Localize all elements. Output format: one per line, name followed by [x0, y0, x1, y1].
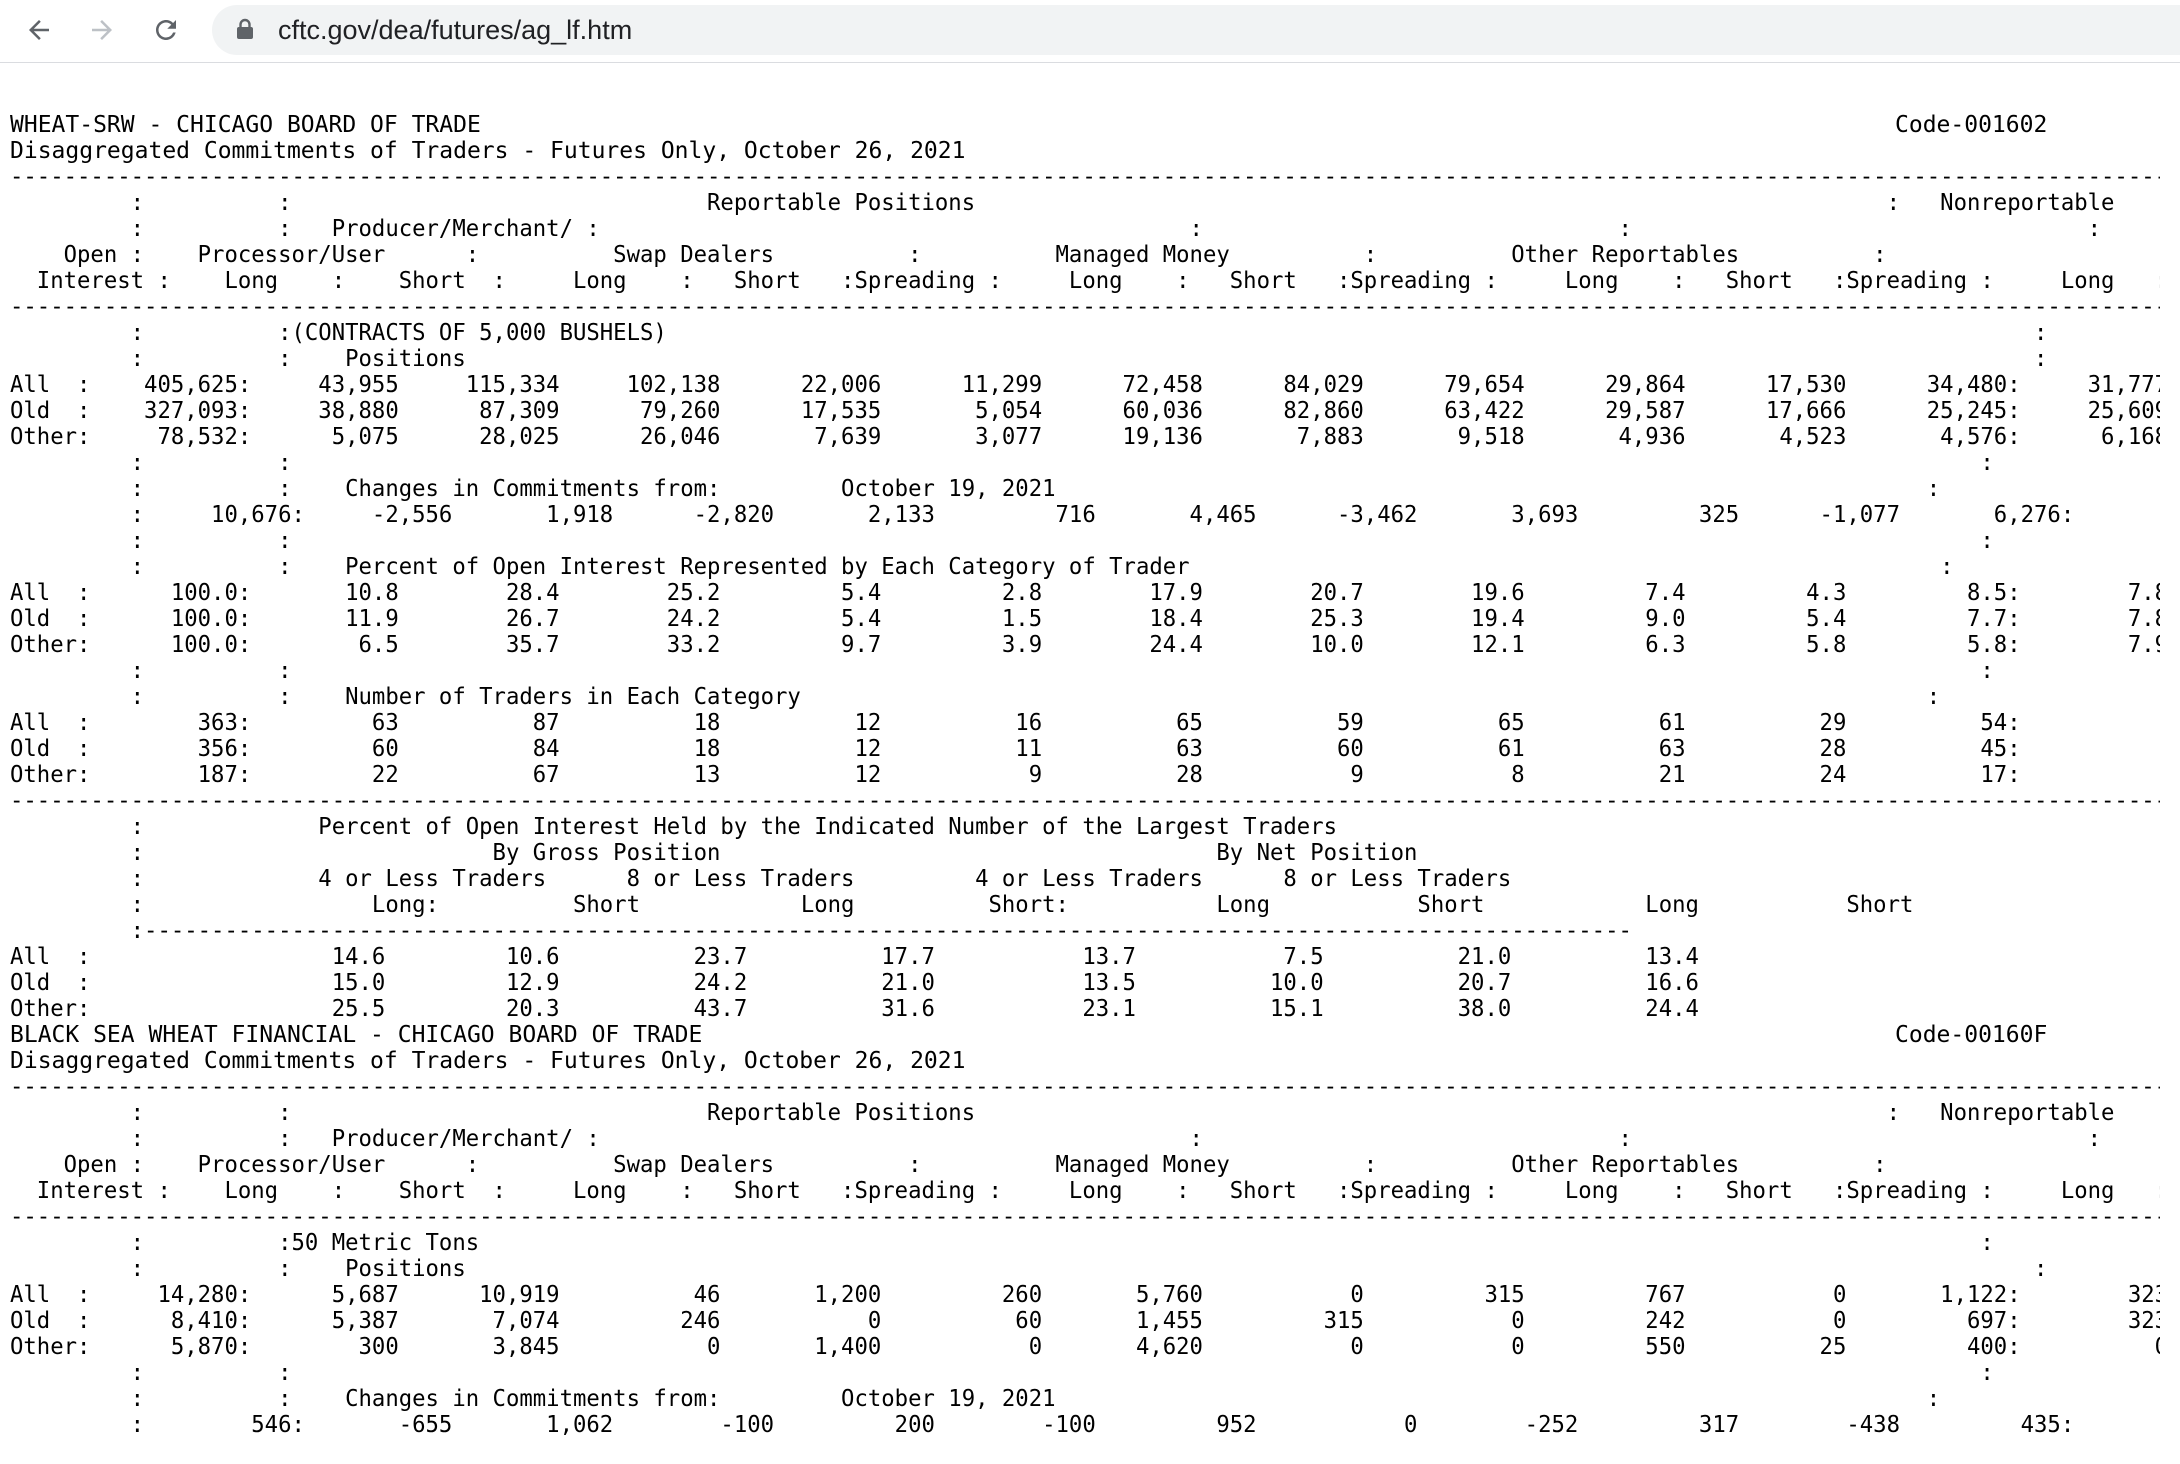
report-section-black-sea-wheat: BLACK SEA WHEAT FINANCIAL - CHICAGO BOAR… [10, 1022, 2160, 1438]
report-section-wheat-srw: WHEAT-SRW - CHICAGO BOARD OF TRADE Code-… [10, 112, 2160, 1022]
report-content: WHEAT-SRW - CHICAGO BOARD OF TRADE Code-… [10, 112, 2160, 1464]
section-subtitle: Disaggregated Commitments of Traders - F… [10, 1048, 966, 1074]
reload-icon [156, 20, 176, 40]
arrow-right-icon [92, 20, 112, 40]
section-header: BLACK SEA WHEAT FINANCIAL - CHICAGO BOAR… [10, 1022, 2160, 1074]
back-button[interactable] [15, 6, 63, 54]
browser-toolbar: cftc.gov/dea/futures/ag_lf.htm [0, 0, 2180, 63]
arrow-left-icon [29, 20, 49, 40]
section-title: BLACK SEA WHEAT FINANCIAL - CHICAGO BOAR… [10, 1022, 703, 1048]
forward-button[interactable] [78, 6, 126, 54]
section-code: Code-001602 [1895, 112, 2048, 138]
lock-icon [237, 18, 253, 39]
section-title: WHEAT-SRW - CHICAGO BOARD OF TRADE [10, 112, 481, 138]
section-subtitle: Disaggregated Commitments of Traders - F… [10, 138, 966, 164]
url-text[interactable]: cftc.gov/dea/futures/ag_lf.htm [278, 5, 632, 55]
section-code: Code-00160F [1895, 1022, 2048, 1048]
section-header: WHEAT-SRW - CHICAGO BOARD OF TRADE Code-… [10, 112, 2160, 164]
report-table: ----------------------------------------… [10, 1074, 2160, 1438]
address-bar[interactable]: cftc.gov/dea/futures/ag_lf.htm [212, 5, 2180, 55]
reload-button[interactable] [142, 6, 190, 54]
report-table: ----------------------------------------… [10, 164, 2160, 1022]
